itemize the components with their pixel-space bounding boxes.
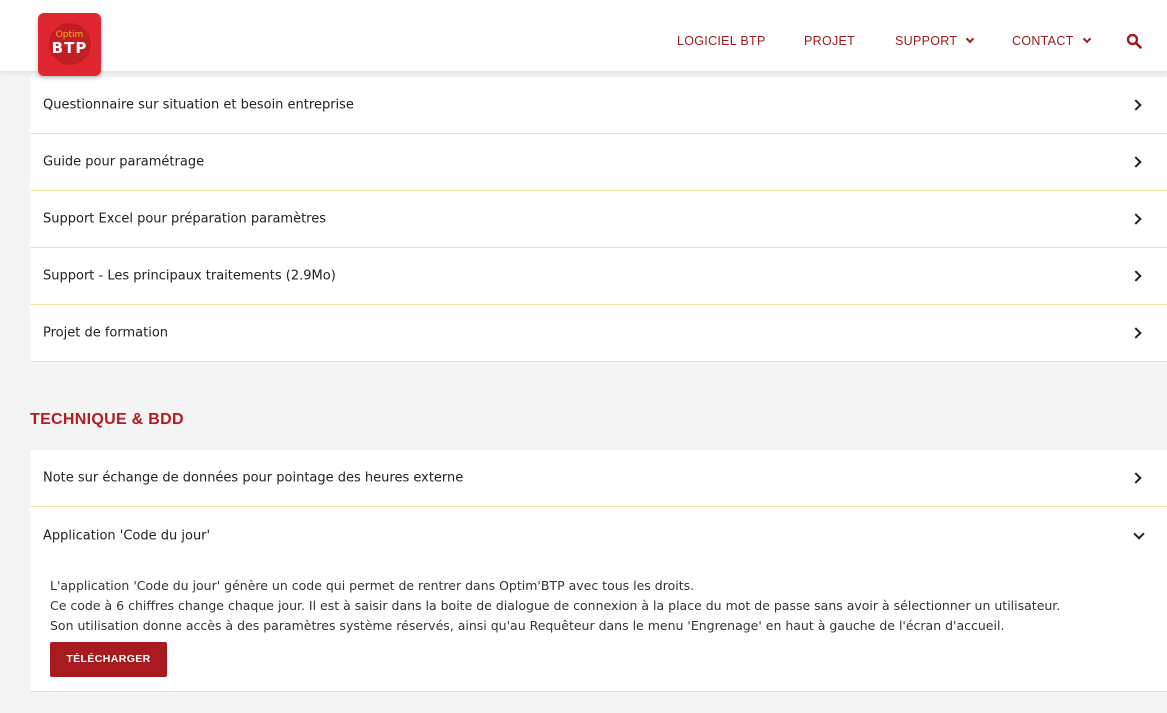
accordion-item-echange-donnees[interactable]: Note sur échange de données pour pointag… [30,450,1167,507]
accordion-item-principaux-traitements[interactable]: Support - Les principaux traitements (2.… [30,248,1167,305]
accordion-item-support-excel[interactable]: Support Excel pour préparation paramètre… [30,191,1167,248]
chevron-right-icon [1130,156,1142,168]
chevron-right-icon [1130,213,1142,225]
chevron-down-icon [1082,34,1091,44]
accordion-item-label: Application 'Code du jour' [43,528,211,543]
chevron-down-icon [1133,527,1145,540]
accordion-item-projet-formation[interactable]: Projet de formation [30,305,1167,362]
accordion-item-label: Guide pour paramétrage [43,154,205,170]
technique-list: Note sur échange de données pour pointag… [30,450,1167,692]
nav-label: PROJET [804,34,856,48]
accordion-item-label: Support - Les principaux traitements (2.… [43,268,336,284]
nav-label: SUPPORT [895,34,958,48]
nav-projet[interactable]: PROJET [804,34,855,48]
description-line: Ce code à 6 chiffres change chaque jour.… [50,598,1061,613]
optimbtp-logo[interactable]: Optim BTP [38,13,101,76]
logo-big-text: BTP [51,39,88,57]
formation-list: Questionnaire sur situation et besoin en… [30,77,1167,362]
accordion-item-label: Note sur échange de données pour pointag… [43,470,464,486]
chevron-right-icon [1130,270,1142,282]
nav-logiciel-btp[interactable]: LOGICIEL BTP [677,34,766,48]
description-line: Son utilisation donne accès à des paramè… [50,618,1005,633]
download-button[interactable]: TÉLÉCHARGER [50,642,167,677]
accordion-item-code-du-jour[interactable]: Application 'Code du jour' [30,507,1167,564]
chevron-right-icon [1130,99,1142,111]
section-title-technique: TECHNIQUE & BDD [30,411,184,428]
nav-label: LOGICIEL BTP [677,34,766,48]
nav-contact[interactable]: CONTACT [1012,34,1091,48]
accordion-item-label: Support Excel pour préparation paramètre… [43,211,327,227]
chevron-down-icon [966,34,975,44]
search-icon[interactable] [1126,33,1142,49]
site-header: Optim BTP LOGICIEL BTP PROJET SUPPORT CO… [0,0,1167,76]
accordion-item-guide-parametrage[interactable]: Guide pour paramétrage [30,134,1167,191]
chevron-right-icon [1130,327,1142,339]
nav-label: CONTACT [1012,34,1074,48]
accordion-item-questionnaire[interactable]: Questionnaire sur situation et besoin en… [30,77,1167,134]
accordion-item-label: Projet de formation [43,325,169,341]
accordion-item-label: Questionnaire sur situation et besoin en… [43,97,354,113]
description-line: L'application 'Code du jour' génère un c… [50,578,695,593]
chevron-right-icon [1130,472,1142,484]
nav-support[interactable]: SUPPORT [895,34,975,48]
accordion-content-code-du-jour: L'application 'Code du jour' génère un c… [30,564,1167,692]
